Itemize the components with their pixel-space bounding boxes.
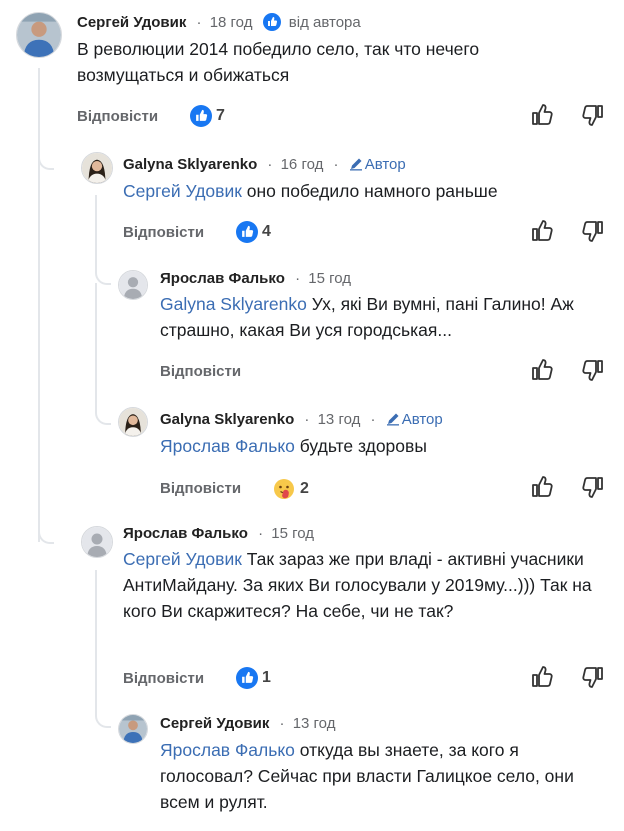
comment-age: 16 год — [280, 156, 324, 173]
thumbs-up-icon[interactable] — [529, 218, 555, 244]
avatar[interactable] — [118, 407, 148, 437]
reply-button[interactable]: Відповісти — [123, 670, 204, 687]
from-author-label: від автора — [288, 14, 361, 31]
reaction-summary[interactable]: 4 — [236, 221, 271, 243]
thread-line — [95, 283, 97, 393]
default-avatar-icon — [82, 527, 112, 557]
comment-age: 13 год — [292, 715, 336, 732]
reply-button[interactable]: Відповісти — [123, 224, 204, 241]
reply-button[interactable]: Відповісти — [77, 108, 158, 125]
comment-age: 15 год — [271, 525, 314, 542]
thumbs-up-icon[interactable] — [529, 357, 555, 383]
mention-link[interactable]: Сергей Удовик — [123, 549, 242, 569]
pen-icon — [349, 158, 362, 171]
thread-line — [95, 570, 97, 698]
reply-button[interactable]: Відповісти — [160, 363, 241, 380]
author-badge: Автор — [349, 156, 406, 173]
thumbs-down-icon[interactable] — [580, 474, 606, 500]
thumbs-up-icon[interactable] — [529, 474, 555, 500]
thumbs-up-icon[interactable] — [529, 102, 555, 128]
author-name[interactable]: Ярослав Фалько — [160, 270, 285, 287]
comment-text: Сергей Удовик оно победило намного раньш… — [123, 181, 498, 201]
like-icon — [236, 221, 258, 243]
thread-connector — [38, 520, 54, 544]
mention-link[interactable]: Сергей Удовик — [123, 181, 242, 201]
hug-emoji-icon — [274, 479, 294, 499]
comment-text: Ярослав Фалько будьте здоровы — [160, 436, 427, 456]
reply-button[interactable]: Відповісти — [160, 480, 241, 497]
pen-icon — [386, 413, 399, 426]
mention-link[interactable]: Ярослав Фалько — [160, 740, 295, 760]
comment-text: Сергей Удовик Так зараз же при владі - а… — [123, 549, 592, 621]
thumbs-down-icon[interactable] — [580, 218, 606, 244]
thread-connector — [95, 393, 111, 425]
author-name[interactable]: Сергей Удовик — [160, 715, 269, 732]
user-photo-icon — [119, 408, 147, 436]
default-avatar-icon — [119, 271, 147, 299]
author-name[interactable]: Сергей Удовик — [77, 14, 186, 31]
reaction-summary[interactable]: 1 — [236, 667, 271, 689]
reaction-count: 1 — [262, 669, 271, 686]
comment-age: 15 год — [308, 270, 351, 287]
author-name[interactable]: Ярослав Фалько — [123, 525, 248, 542]
thread-connector — [95, 253, 111, 285]
thumbs-up-icon[interactable] — [529, 664, 555, 690]
reaction-summary[interactable]: 7 — [190, 105, 225, 127]
thread-line — [95, 195, 97, 253]
comment-text: Ярослав Фалько откуда вы знаете, за кого… — [160, 740, 574, 812]
thumbs-down-icon[interactable] — [580, 357, 606, 383]
avatar[interactable] — [81, 526, 113, 558]
avatar[interactable] — [16, 12, 62, 58]
avatar[interactable] — [118, 270, 148, 300]
like-icon — [262, 13, 281, 37]
mention-link[interactable]: Galyna Sklyarenko — [160, 294, 307, 314]
like-icon — [236, 667, 258, 689]
thread-connector — [38, 140, 54, 170]
comment-text: В революции 2014 победило село, так что … — [77, 39, 480, 85]
reaction-count: 4 — [262, 223, 271, 240]
author-name[interactable]: Galyna Sklyarenko — [123, 156, 257, 173]
mention-link[interactable]: Ярослав Фалько — [160, 436, 295, 456]
avatar[interactable] — [118, 714, 148, 744]
avatar[interactable] — [81, 152, 113, 184]
comment-age: 13 год — [317, 411, 361, 428]
thread-connector — [95, 698, 111, 728]
thumbs-down-icon[interactable] — [580, 102, 606, 128]
user-photo-icon — [119, 715, 147, 743]
reaction-count: 2 — [300, 480, 309, 497]
like-icon — [190, 105, 212, 127]
author-name[interactable]: Galyna Sklyarenko — [160, 411, 294, 428]
author-badge: Автор — [386, 411, 443, 428]
comment-age: 18 год — [209, 14, 253, 31]
thumbs-down-icon[interactable] — [580, 664, 606, 690]
reaction-summary[interactable]: 2 — [272, 477, 309, 501]
user-photo-icon — [82, 153, 112, 183]
comment-text: Galyna Sklyarenko Ух, які Ви вумні, пані… — [160, 294, 574, 340]
reaction-count: 7 — [216, 107, 225, 124]
user-photo-icon — [17, 13, 61, 57]
